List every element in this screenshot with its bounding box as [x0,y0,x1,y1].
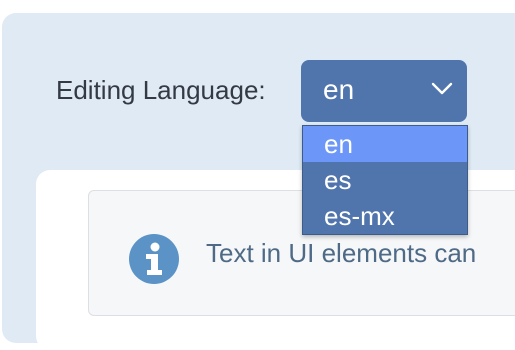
language-option-en[interactable]: en [303,126,467,162]
language-option-es[interactable]: es [303,162,467,198]
language-dropdown-list: en es es-mx [302,125,468,235]
language-select-value: en [323,74,355,105]
chevron-down-icon [431,82,453,95]
info-circle-icon [129,234,179,284]
language-select[interactable]: en [301,60,467,122]
language-option-es-mx[interactable]: es-mx [303,198,467,234]
info-callout-text: Text in UI elements can [206,238,477,268]
editing-language-label: Editing Language: [56,75,266,105]
